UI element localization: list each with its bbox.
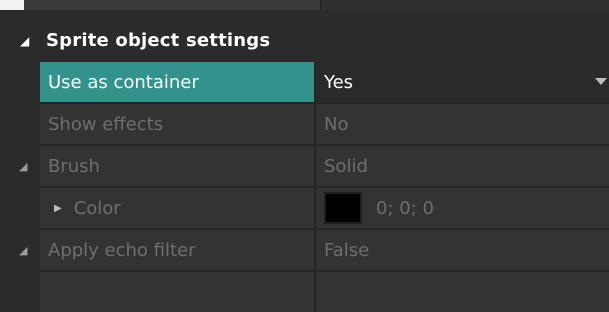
property-row-show-effects[interactable]: Show effects No [40,104,609,146]
property-value-text: No [324,113,349,135]
partial-row-value-cell [322,0,609,10]
partial-property-row-bottom [40,272,609,312]
property-value-dropdown[interactable]: Yes [316,62,609,102]
property-value[interactable]: 0; 0; 0 [316,188,609,228]
color-swatch[interactable] [324,192,362,224]
property-name: Show effects [40,104,316,144]
property-grid: Use as container Yes Show effects No ◢ B… [19,62,609,312]
property-name: Color [73,197,121,219]
property-value-text: Solid [324,155,368,177]
collapse-triangle-icon[interactable]: ◢ [20,34,29,48]
property-name: Apply echo filter [40,230,316,270]
property-value-text: False [324,239,370,261]
property-name: Brush [40,146,316,186]
section-title: Sprite object settings [46,30,271,51]
section-header-sprite-object-settings[interactable]: ◢ Sprite object settings [0,22,609,62]
property-name-cell: ▶ Color [40,188,316,228]
partial-row-value-cell [316,272,609,312]
partial-row-name-cell [24,0,322,10]
property-row-apply-echo-filter[interactable]: ◢ Apply echo filter False [19,230,609,272]
partial-property-row-top [24,0,609,10]
collapse-triangle-icon[interactable]: ◢ [19,160,27,173]
property-row-color[interactable]: ▶ Color 0; 0; 0 [40,188,609,230]
property-value[interactable]: False [316,230,609,270]
property-name: Use as container [40,62,316,102]
property-value: Yes [324,71,354,93]
expand-triangle-icon[interactable]: ▶ [54,203,62,214]
chevron-down-icon[interactable] [595,78,607,85]
partial-row-name-cell [40,272,316,312]
property-value[interactable]: Solid [316,146,609,186]
collapse-triangle-icon[interactable]: ◢ [19,244,27,257]
property-value[interactable]: No [316,104,609,144]
property-row-brush[interactable]: ◢ Brush Solid [19,146,609,188]
property-value-text: 0; 0; 0 [376,197,434,219]
property-row-use-as-container[interactable]: Use as container Yes [40,62,609,104]
